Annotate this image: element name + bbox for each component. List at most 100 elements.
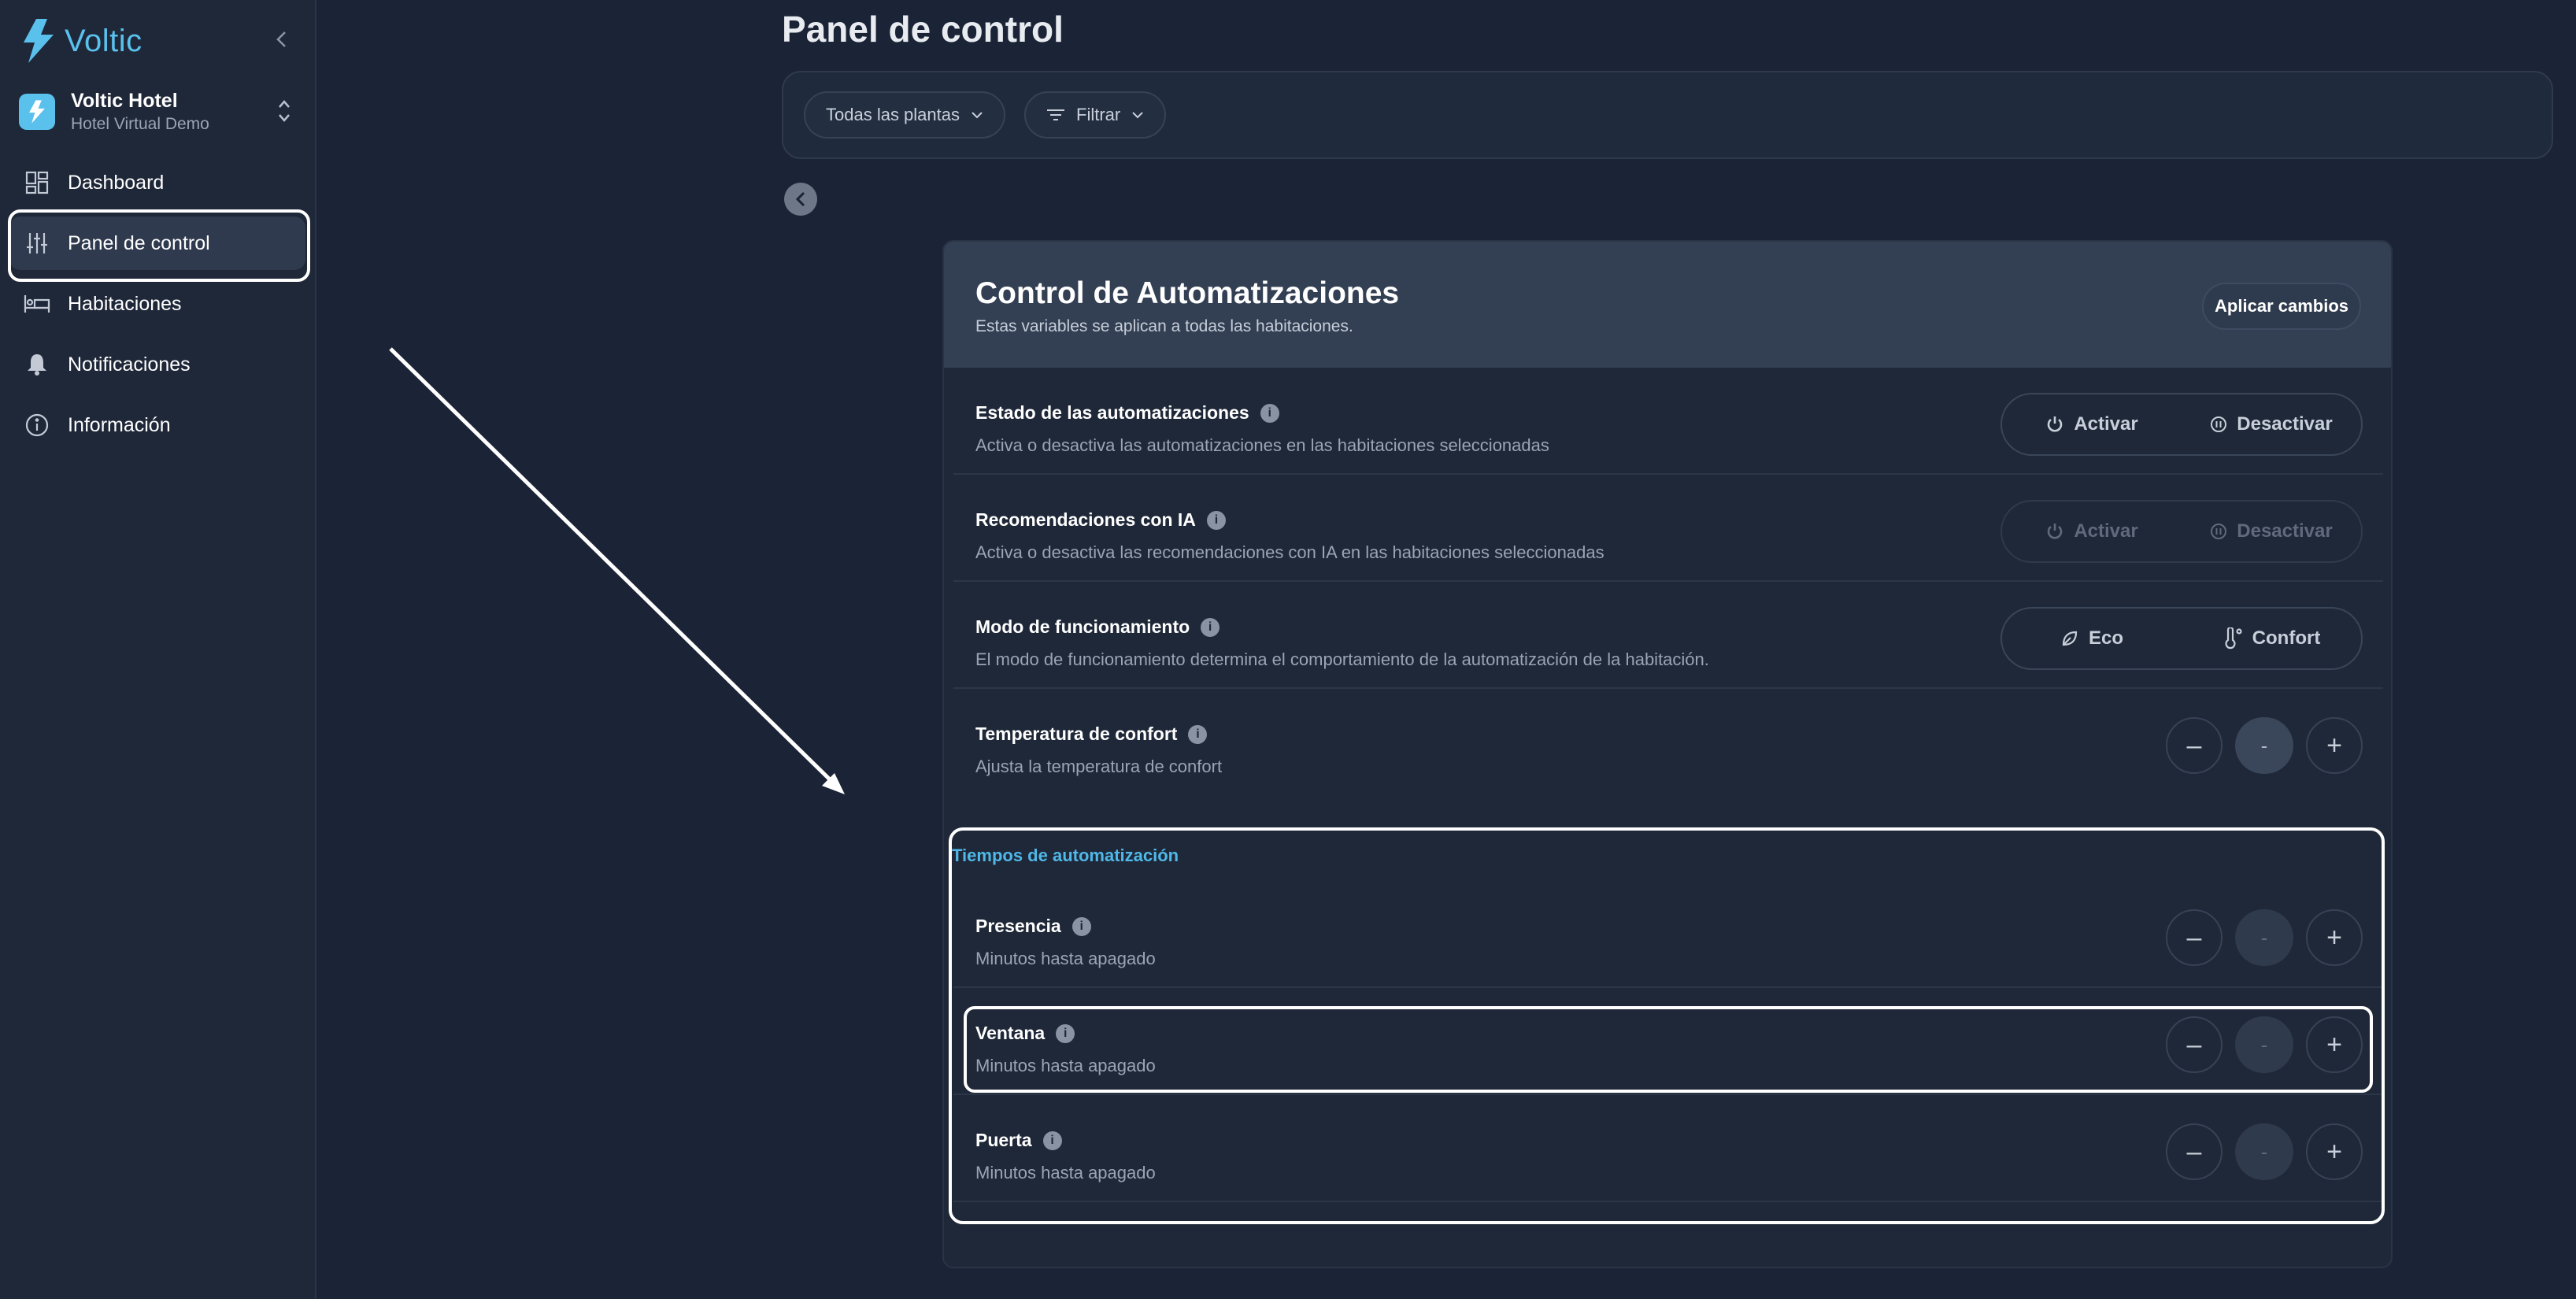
presence-timer-row: Presencia i Minutos hasta apagado – - + bbox=[953, 883, 2383, 988]
info-icon[interactable]: i bbox=[1056, 1023, 1075, 1043]
row-description: Minutos hasta apagado bbox=[975, 949, 1156, 968]
comfort-label: Confort bbox=[2252, 627, 2321, 649]
leaf-icon bbox=[2062, 631, 2078, 646]
decrement-button[interactable]: – bbox=[2166, 1016, 2223, 1073]
increment-button[interactable]: + bbox=[2306, 909, 2363, 966]
window-timer-row: Ventana i Minutos hasta apagado – - + bbox=[953, 990, 2383, 1095]
row-description: Activa o desactiva las automatizaciones … bbox=[975, 435, 1549, 455]
dashboard-icon bbox=[24, 169, 50, 196]
ai-toggle: Activar Desactivar bbox=[2000, 500, 2363, 563]
bell-icon bbox=[24, 351, 50, 378]
sidebar-item-label: Notificaciones bbox=[68, 353, 191, 376]
activate-button[interactable]: Activar bbox=[2002, 501, 2182, 561]
deactivate-label: Desactivar bbox=[2237, 520, 2333, 542]
info-icon[interactable]: i bbox=[1206, 510, 1226, 530]
row-label-text: Ventana bbox=[975, 1023, 1046, 1043]
activate-button[interactable]: Activar bbox=[2002, 394, 2182, 454]
sidebar-item-label: Panel de control bbox=[68, 231, 210, 254]
card-subtitle: Estas variables se aplican a todas las h… bbox=[975, 317, 1353, 335]
hotel-subtitle: Hotel Virtual Demo bbox=[71, 115, 209, 133]
deactivate-button[interactable]: Desactivar bbox=[2182, 501, 2361, 561]
increment-button[interactable]: + bbox=[2306, 717, 2363, 774]
info-circle-icon bbox=[24, 412, 50, 439]
power-icon bbox=[2048, 416, 2063, 432]
row-description: Minutos hasta apagado bbox=[975, 1163, 1156, 1182]
row-description: Ajusta la temperatura de confort bbox=[975, 757, 1223, 776]
sidebar-item-panel-de-control[interactable]: Panel de control bbox=[9, 216, 305, 270]
stepper-value: - bbox=[2235, 717, 2293, 774]
row-description: Activa o desactiva las recomendaciones c… bbox=[975, 542, 1604, 562]
row-label: Temperatura de confort i bbox=[975, 724, 1208, 745]
page-title: Panel de control bbox=[782, 9, 1064, 50]
info-icon[interactable]: i bbox=[1201, 617, 1220, 637]
hotel-logo bbox=[19, 94, 55, 130]
deactivate-button[interactable]: Desactivar bbox=[2182, 394, 2361, 454]
info-icon[interactable]: i bbox=[1188, 724, 1208, 744]
row-description: Minutos hasta apagado bbox=[975, 1056, 1156, 1075]
door-stepper: – - + bbox=[2166, 1123, 2363, 1180]
sidebar-item-notificaciones[interactable]: Notificaciones bbox=[9, 338, 305, 391]
chevron-left-icon bbox=[276, 31, 286, 47]
hotel-selector[interactable]: Voltic Hotel Hotel Virtual Demo bbox=[19, 82, 294, 142]
chevron-up-down-icon bbox=[279, 100, 290, 122]
decrement-button[interactable]: – bbox=[2166, 1123, 2223, 1180]
hotel-text: Voltic Hotel Hotel Virtual Demo bbox=[71, 88, 209, 135]
row-description: El modo de funcionamiento determina el c… bbox=[975, 650, 1709, 669]
chevron-down-icon bbox=[1132, 112, 1143, 119]
comfort-button[interactable]: Confort bbox=[2182, 609, 2361, 668]
comfort-temperature-stepper: – - + bbox=[2166, 717, 2363, 774]
info-icon[interactable]: i bbox=[1260, 403, 1279, 423]
filter-button-label: Filtrar bbox=[1076, 105, 1121, 124]
presence-stepper: – - + bbox=[2166, 909, 2363, 966]
back-button[interactable] bbox=[784, 183, 817, 216]
automations-toggle: Activar Desactivar bbox=[2000, 393, 2363, 456]
comfort-temperature-row: Temperatura de confort i Ajusta la tempe… bbox=[953, 690, 2383, 796]
sidebar-item-informacion[interactable]: Información bbox=[9, 398, 305, 452]
row-label-text: Recomendaciones con IA bbox=[975, 509, 1196, 530]
filter-button[interactable]: Filtrar bbox=[1024, 91, 1167, 139]
sidebar-item-label: Dashboard bbox=[68, 171, 165, 194]
increment-button[interactable]: + bbox=[2306, 1016, 2363, 1073]
decrement-button[interactable]: – bbox=[2166, 717, 2223, 774]
automation-control-card: Control de Automatizaciones Estas variab… bbox=[942, 240, 2393, 1268]
operating-mode-row: Modo de funcionamiento i El modo de func… bbox=[953, 583, 2383, 689]
door-timer-row: Puerta i Minutos hasta apagado – - + bbox=[953, 1097, 2383, 1202]
chevron-down-icon bbox=[972, 112, 983, 119]
bolt-logo-icon bbox=[24, 19, 54, 63]
apply-changes-button[interactable]: Aplicar cambios bbox=[2202, 283, 2361, 330]
deactivate-label: Desactivar bbox=[2237, 413, 2333, 435]
eco-button[interactable]: Eco bbox=[2002, 609, 2182, 668]
card-title: Control de Automatizaciones bbox=[975, 276, 1400, 310]
sliders-icon bbox=[24, 230, 50, 257]
info-icon[interactable]: i bbox=[1042, 1131, 1062, 1150]
stepper-value: - bbox=[2235, 909, 2293, 966]
activate-label: Activar bbox=[2074, 520, 2138, 542]
sidebar-item-dashboard[interactable]: Dashboard bbox=[9, 156, 305, 209]
brand-name: Voltic bbox=[65, 23, 142, 58]
floor-select[interactable]: Todas las plantas bbox=[804, 91, 1005, 139]
collapse-sidebar-button[interactable] bbox=[268, 25, 296, 54]
stepper-value: - bbox=[2235, 1016, 2293, 1073]
filter-bar: Todas las plantas Filtrar bbox=[782, 71, 2553, 159]
pause-circle-icon bbox=[2211, 416, 2227, 432]
eco-label: Eco bbox=[2088, 627, 2123, 649]
increment-button[interactable]: + bbox=[2306, 1123, 2363, 1180]
section-title-timers: Tiempos de automatización bbox=[952, 846, 1179, 865]
mode-toggle: Eco Confort bbox=[2000, 607, 2363, 670]
row-label-text: Temperatura de confort bbox=[975, 724, 1178, 744]
filter-icon bbox=[1047, 109, 1064, 120]
sidebar-item-habitaciones[interactable]: Habitaciones bbox=[9, 277, 305, 331]
row-label: Ventana i bbox=[975, 1023, 1075, 1044]
bolt-icon bbox=[29, 100, 45, 124]
brand-logo[interactable]: Voltic bbox=[20, 19, 142, 63]
stepper-value: - bbox=[2235, 1123, 2293, 1180]
row-label: Recomendaciones con IA i bbox=[975, 509, 1226, 531]
sidebar-nav: Dashboard Panel de control Habitaciones … bbox=[9, 156, 305, 459]
info-icon[interactable]: i bbox=[1071, 916, 1091, 936]
sidebar-item-label: Información bbox=[68, 413, 171, 436]
automations-status-row: Estado de las automatizaciones i Activa … bbox=[953, 369, 2383, 475]
decrement-button[interactable]: – bbox=[2166, 909, 2223, 966]
row-label: Modo de funcionamiento i bbox=[975, 616, 1220, 638]
chevron-left-icon bbox=[795, 191, 805, 207]
card-header: Control de Automatizaciones Estas variab… bbox=[944, 242, 2391, 368]
